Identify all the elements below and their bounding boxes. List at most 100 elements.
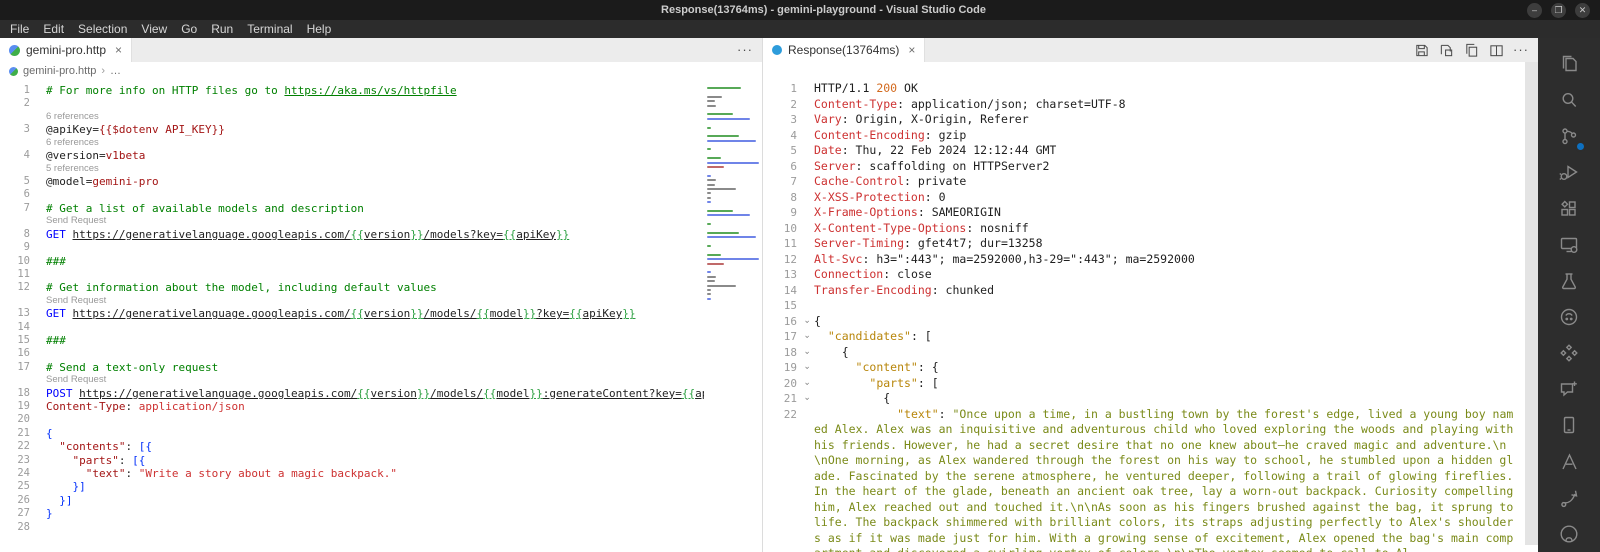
mobile-preview-icon[interactable] (1538, 407, 1600, 443)
fold-chevron-icon[interactable]: › (797, 314, 814, 330)
copy-response-body-icon[interactable] (1463, 42, 1479, 58)
line-number: 15 (783, 299, 797, 312)
response-line: 13 Connection: close (763, 267, 1538, 283)
minimap-line (707, 271, 711, 274)
left-code-area[interactable]: 1 # For more info on HTTP files go to htt… (0, 80, 704, 552)
diamonds-extension-icon[interactable] (1538, 335, 1600, 371)
codelens-link[interactable]: 5 references (46, 163, 99, 176)
code-token: # Get a list of available models and des… (46, 201, 364, 215)
save-response-body-icon[interactable] (1438, 42, 1454, 58)
codelens-link[interactable]: Send Request (46, 374, 106, 387)
testing-icon[interactable] (1538, 263, 1600, 299)
code-line: 19 Content-Type: application/json (0, 400, 704, 413)
codelens-link[interactable]: Send Request (46, 295, 106, 308)
tab-gemini-pro-http[interactable]: gemini-pro.http × (0, 38, 133, 62)
fold-chevron-icon[interactable]: › (797, 376, 814, 392)
tab-label: Response(13764ms) (788, 43, 900, 57)
fold-gutter (797, 407, 814, 552)
menu-help[interactable]: Help (300, 22, 339, 36)
code-token: "content" (855, 360, 918, 374)
fold-chevron-icon[interactable]: › (797, 391, 814, 407)
menu-file[interactable]: File (3, 22, 36, 36)
minimap-line (707, 223, 711, 226)
menu-edit[interactable]: Edit (36, 22, 71, 36)
minimap-line (707, 148, 711, 151)
code-token: X-Frame-Options (814, 205, 918, 219)
code-token: : h3=":443"; ma=2592000,h3-29=":443"; ma… (862, 251, 1195, 266)
azure-icon[interactable] (1538, 444, 1600, 480)
fold-gutter (797, 159, 814, 175)
minimap[interactable] (704, 80, 762, 552)
code-link[interactable]: /models/ (430, 387, 483, 400)
more-actions-icon[interactable]: ··· (737, 43, 753, 56)
response-code-area[interactable]: 1 HTTP/1.1 200 OK 2 Content-Type: applicati… (763, 62, 1538, 552)
code-token: : gzip (924, 127, 967, 142)
code-link[interactable]: ?key= (536, 307, 569, 320)
fold-gutter (797, 97, 814, 113)
code-link[interactable]: /models?key= (424, 228, 503, 241)
codelens-link[interactable]: Send Request (46, 215, 106, 228)
menu-go[interactable]: Go (174, 22, 204, 36)
vertical-scrollbar[interactable] (1525, 62, 1538, 545)
github-icon[interactable] (1538, 516, 1600, 552)
menu-selection[interactable]: Selection (71, 22, 134, 36)
code-link[interactable]: :generateContent?key= (543, 387, 682, 400)
breadcrumb[interactable]: gemini-pro.http › … (0, 62, 762, 80)
response-line: 18 › { (763, 345, 1538, 361)
extensions-icon[interactable] (1538, 191, 1600, 227)
gutter-gap (30, 281, 46, 294)
pipeline-icon[interactable] (1538, 480, 1600, 516)
tab-response[interactable]: Response(13764ms) × (763, 38, 926, 62)
split-editor-icon[interactable] (1488, 42, 1504, 58)
source-control-icon[interactable] (1538, 118, 1600, 154)
fold-chevron-icon[interactable]: › (797, 345, 814, 361)
gutter-gap (30, 480, 46, 493)
menu-view[interactable]: View (134, 22, 174, 36)
codelens-link[interactable]: 6 references (46, 137, 99, 150)
restore-icon[interactable]: ❐ (1551, 2, 1566, 18)
breadcrumb-file[interactable]: gemini-pro.http (23, 65, 96, 77)
code-token: { (814, 344, 849, 359)
response-line: 6 Server: scaffolding on HTTPServer2 (763, 159, 1538, 175)
response-line: 7 Cache-Control: private (763, 174, 1538, 190)
codelens-link[interactable]: 6 references (46, 111, 99, 124)
gutter-gap (30, 454, 46, 467)
minimap-line (707, 297, 711, 300)
codelens-row: 6 references (0, 137, 704, 150)
code-token: : application/json; charset=UTF-8 (897, 96, 1126, 111)
fold-chevron-icon[interactable]: › (797, 329, 814, 345)
close-tab-icon[interactable]: × (908, 43, 915, 57)
feedback-icon[interactable] (1538, 371, 1600, 407)
code-token: Content-Encoding (814, 127, 925, 142)
code-token: {{ (350, 307, 364, 321)
search-icon[interactable] (1538, 82, 1600, 118)
code-link[interactable]: https://generativelanguage.googleapis.co… (73, 307, 351, 320)
minimize-icon[interactable]: – (1527, 2, 1542, 18)
close-tab-icon[interactable]: × (115, 43, 122, 57)
line-number: 17 (783, 330, 797, 343)
code-link[interactable]: https://generativelanguage.googleapis.co… (79, 387, 357, 400)
remote-explorer-icon[interactable] (1538, 227, 1600, 263)
menu-run[interactable]: Run (204, 22, 240, 36)
code-link[interactable]: https://aka.ms/vs/httpfile (284, 84, 456, 97)
code-token: : Thu, 22 Feb 2024 12:12:44 GMT (841, 143, 1057, 157)
close-icon[interactable]: ✕ (1575, 2, 1590, 18)
explorer-icon[interactable] (1538, 46, 1600, 82)
line-content: { (814, 391, 1538, 407)
run-debug-icon[interactable] (1538, 154, 1600, 190)
code-token: ### (46, 254, 66, 268)
more-actions-icon[interactable]: ··· (1513, 43, 1529, 56)
code-link[interactable]: /models/ (424, 307, 477, 320)
menu-terminal[interactable]: Terminal (240, 22, 299, 36)
fold-chevron-icon[interactable]: › (797, 360, 814, 376)
line-number: 11 (783, 237, 797, 250)
copilot-icon[interactable] (1538, 299, 1600, 335)
code-link[interactable]: https://generativelanguage.googleapis.co… (73, 228, 351, 241)
code-token: : nosniff (966, 220, 1029, 235)
breadcrumb-symbol[interactable]: … (110, 65, 121, 77)
fold-gutter (797, 205, 814, 221)
codelens-row: Send Request (0, 295, 704, 308)
save-full-response-icon[interactable] (1413, 42, 1429, 58)
code-line: 9 (0, 241, 704, 254)
